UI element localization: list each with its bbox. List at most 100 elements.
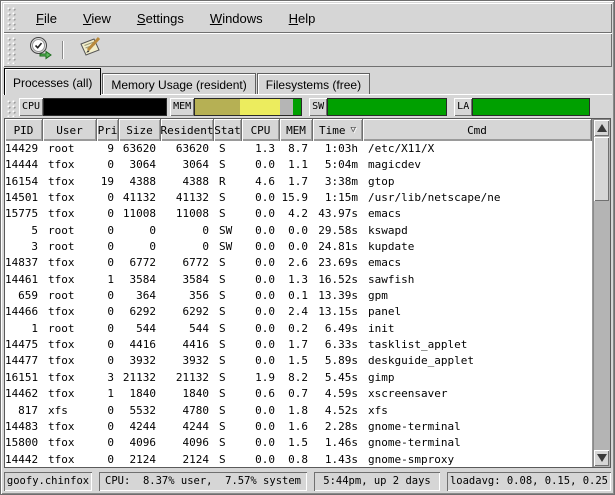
table-row[interactable]: 1root0544544S0.00.26.49sinit [5,321,592,337]
cell-size: 6292 [119,304,161,320]
cell-resident: 1840 [161,386,214,402]
notepad-edit-icon [77,35,103,66]
vertical-scrollbar[interactable] [592,119,610,467]
properties-button[interactable] [73,36,107,64]
cell-size: 5532 [119,403,161,419]
cell-user: tfox [43,304,97,320]
table-row[interactable]: 14475tfox044164416S0.01.76.33stasklist_a… [5,337,592,353]
mem-usage-bar [194,98,302,116]
cell-time: 13.39s [313,288,363,304]
cell-mem: 0.1 [280,288,313,304]
column-header-size[interactable]: Size [119,119,161,141]
cpu-bar-label[interactable]: CPU [19,98,43,116]
menu-windows[interactable]: Windows [201,7,272,30]
tab-filesystems[interactable]: Filesystems (free) [257,73,370,95]
column-header-cmd[interactable]: Cmd [363,119,592,141]
cell-resident: 4780 [161,403,214,419]
table-row[interactable]: 14837tfox067726772S0.02.623.69semacs [5,255,592,271]
column-header-pid[interactable]: PID [5,119,43,141]
table-row[interactable]: 5root000SW0.00.029.58skswapd [5,223,592,239]
table-row[interactable]: 14429root96362063620S1.38.71:03h/etc/X11… [5,141,592,157]
table-row[interactable]: 15800tfox040964096S0.01.51.46sgnome-term… [5,435,592,451]
tab-memory-usage[interactable]: Memory Usage (resident) [102,73,255,95]
cell-mem: 1.1 [280,157,313,173]
run-gtop-button[interactable] [23,36,57,64]
table-row[interactable]: 14483tfox042444244S0.01.62.28sgnome-term… [5,419,592,435]
cell-pid: 14442 [5,452,43,467]
cell-cpu: 0.0 [242,157,280,173]
cell-pri: 0 [97,255,119,271]
menubar-drag-handle[interactable] [6,6,17,30]
menu-settings[interactable]: Settings [128,7,193,30]
cell-pri: 0 [97,239,119,255]
cell-cpu: 0.0 [242,403,280,419]
table-row[interactable]: 14442tfox021242124S0.00.81.43sgnome-smpr… [5,452,592,467]
cell-stat: S [214,255,242,271]
tab-processes[interactable]: Processes (all) [4,68,101,95]
column-header-user[interactable]: User [43,119,97,141]
table-row[interactable]: 817xfs055324780S0.01.84.52sxfs [5,403,592,419]
menu-view[interactable]: View [74,7,120,30]
cell-cpu: 0.0 [242,452,280,467]
bar-segment [195,99,240,115]
column-header-resident[interactable]: Resident [161,119,214,141]
cell-cpu: 0.0 [242,206,280,222]
cell-pri: 0 [97,435,119,451]
cell-pid: 817 [5,403,43,419]
table-row[interactable]: 3root000SW0.00.024.81skupdate [5,239,592,255]
table-row[interactable]: 14501tfox04113241132S0.015.91:15m/usr/li… [5,190,592,206]
column-header-pri[interactable]: Pri [97,119,119,141]
table-row[interactable]: 14461tfox135843584S0.01.316.52ssawfish [5,272,592,288]
table-row[interactable]: 14466tfox062926292S0.02.413.15spanel [5,304,592,320]
table-row[interactable]: 659root0364356S0.00.113.39sgpm [5,288,592,304]
sort-desc-icon: ▽ [351,125,356,135]
cell-pri: 9 [97,141,119,157]
scrollbar-thumb[interactable] [594,137,609,201]
cell-time: 24.81s [313,239,363,255]
cell-user: tfox [43,435,97,451]
cell-time: 23.69s [313,255,363,271]
swap-bar-label[interactable]: SW [309,98,327,116]
cell-cmd: emacs [363,206,592,222]
loadavg-bar-label[interactable]: LA [454,98,472,116]
cell-cmd: init [363,321,592,337]
cell-cpu: 0.0 [242,419,280,435]
cell-pri: 0 [97,419,119,435]
summary-drag-handle[interactable] [6,99,17,117]
cell-resident: 4244 [161,419,214,435]
menu-file[interactable]: File [27,7,66,30]
table-row[interactable]: 14444tfox030643064S0.01.15:04mmagicdev [5,157,592,173]
cell-stat: S [214,353,242,369]
cell-resident: 4416 [161,337,214,353]
column-header-cpu[interactable]: CPU [242,119,280,141]
table-row[interactable]: 16151tfox32113221132S1.98.25.45sgimp [5,370,592,386]
cell-stat: S [214,190,242,206]
scroll-up-button[interactable] [594,120,609,136]
cell-pid: 14461 [5,272,43,288]
cell-cmd: /usr/lib/netscape/ne [363,190,592,206]
column-header-stat[interactable]: Stat [214,119,242,141]
cell-mem: 1.6 [280,419,313,435]
column-header-time[interactable]: Time▽ [313,119,363,141]
cell-mem: 1.8 [280,403,313,419]
table-row[interactable]: 14462tfox118401840S0.60.74.59sxscreensav… [5,386,592,402]
toolbar-drag-handle[interactable] [6,36,17,64]
table-row[interactable]: 16154tfox1943884388R4.61.73:38mgtop [5,174,592,190]
mem-bar-label[interactable]: MEM [170,98,194,116]
cell-resident: 2124 [161,452,214,467]
column-header-mem[interactable]: MEM [280,119,313,141]
cell-mem: 1.3 [280,272,313,288]
table-row[interactable]: 14477tfox039323932S0.01.55.89sdeskguide_… [5,353,592,369]
toolbar [3,33,612,67]
cell-mem: 1.5 [280,435,313,451]
process-table: PIDUserPriSizeResidentStatCPUMEMTime▽Cmd… [4,118,611,468]
scroll-down-button[interactable] [594,450,609,466]
cell-stat: S [214,157,242,173]
cell-time: 4.52s [313,403,363,419]
cell-stat: S [214,403,242,419]
cell-cmd: sawfish [363,272,592,288]
cell-size: 2124 [119,452,161,467]
cell-user: tfox [43,386,97,402]
table-row[interactable]: 15775tfox01100811008S0.04.243.97semacs [5,206,592,222]
menu-help[interactable]: Help [280,7,325,30]
